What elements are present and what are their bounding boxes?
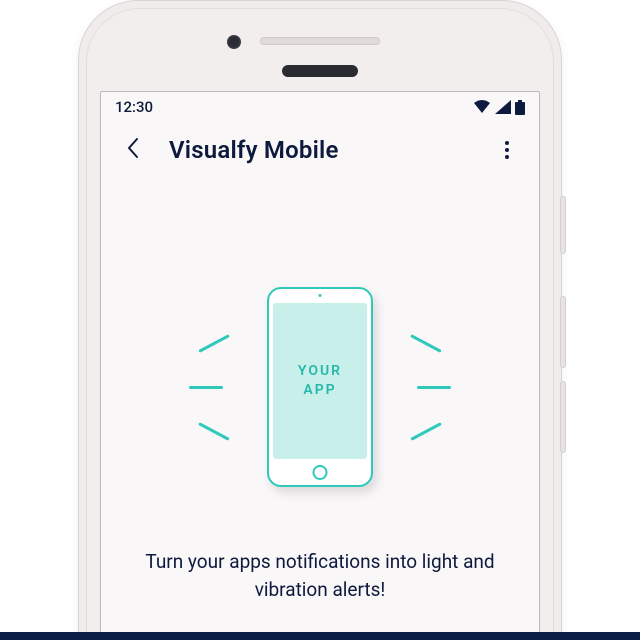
overflow-menu-button[interactable] [493, 136, 521, 164]
vibration-ray-icon [198, 334, 229, 352]
back-button[interactable] [119, 136, 147, 164]
vibration-ray-icon [410, 422, 441, 440]
chevron-left-icon [126, 137, 140, 163]
phone-volume-up-button [560, 296, 566, 368]
mini-phone-screen: YOUR APP [273, 303, 367, 459]
more-vert-icon [505, 141, 509, 145]
status-bar: 12:30 [101, 92, 539, 122]
vibration-ray-icon [198, 422, 229, 440]
phone-power-button [560, 196, 566, 254]
phone-speaker-slit [260, 37, 380, 45]
more-vert-icon [505, 148, 509, 152]
status-icons [473, 100, 525, 115]
wifi-icon [473, 100, 491, 114]
phone-screen: 12:30 [100, 91, 540, 640]
vibration-ray-icon [189, 386, 223, 389]
page-footer-bar [0, 632, 640, 640]
page-title: Visualfy Mobile [169, 136, 339, 164]
stage: 12:30 [0, 0, 640, 640]
phone-front-camera [227, 35, 241, 49]
app-header: Visualfy Mobile [101, 122, 539, 172]
mini-phone-illustration: YOUR APP [267, 287, 373, 487]
battery-icon [515, 100, 525, 115]
mini-phone-label: YOUR APP [298, 362, 342, 400]
status-time: 12:30 [115, 98, 153, 116]
headline-text: Turn your apps notifications into light … [101, 548, 539, 603]
mini-phone-camera-icon [319, 294, 322, 297]
vibration-ray-icon [410, 334, 441, 352]
mini-phone-home-icon [313, 465, 328, 480]
phone-earpiece [282, 65, 358, 77]
vibration-ray-icon [417, 386, 451, 389]
phone-device-frame: 12:30 [78, 0, 562, 640]
phone-volume-down-button [560, 381, 566, 453]
cellular-icon [495, 100, 511, 114]
hero-illustration: YOUR APP [101, 272, 539, 502]
more-vert-icon [505, 155, 509, 159]
